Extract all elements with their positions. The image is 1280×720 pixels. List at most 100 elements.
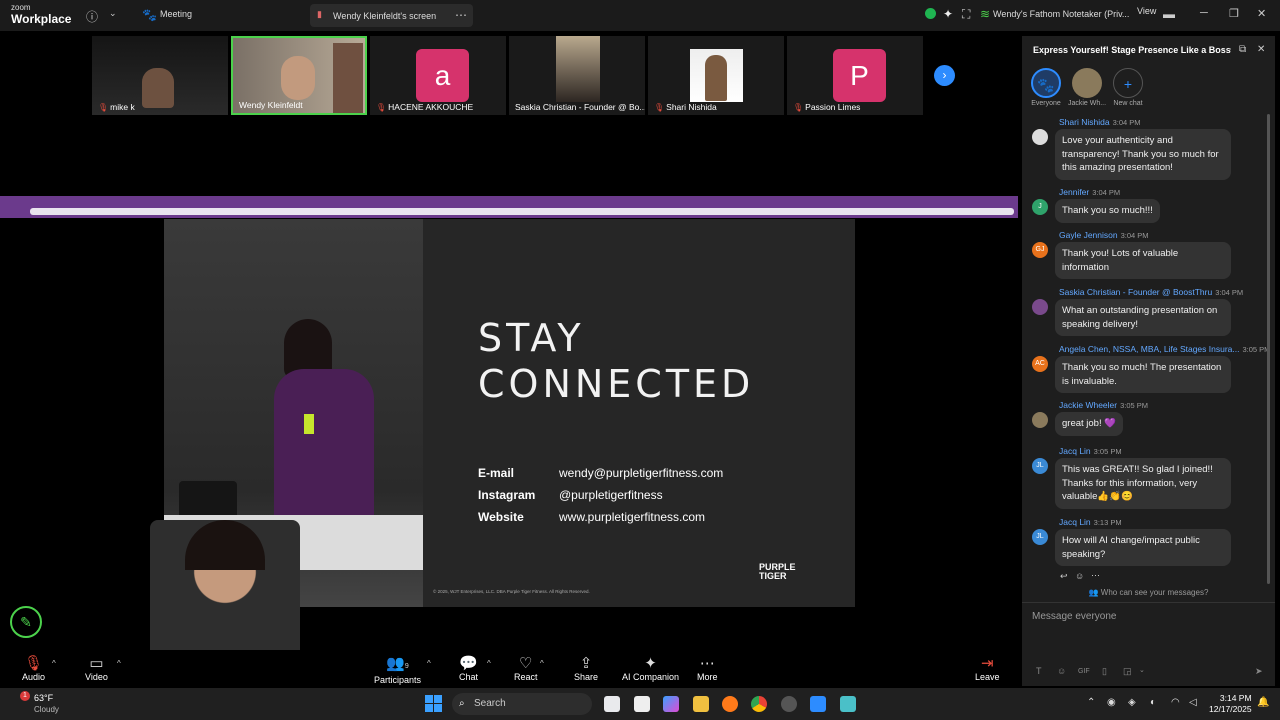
fullscreen-icon[interactable]: ⛶ (962, 7, 970, 22)
participant-tile[interactable]: P 🎙 Passion Limes (787, 36, 923, 115)
annotate-button[interactable]: ✎ (10, 606, 42, 638)
chevron-down-icon[interactable]: ⌄ (1139, 666, 1145, 674)
more-options-icon[interactable]: ⋯ (1091, 570, 1100, 581)
participant-tile-active-speaker[interactable]: Wendy Kleinfeldt (231, 36, 367, 115)
search-icon: ⌕ (459, 698, 465, 709)
tray-app-icon[interactable]: ◉ (1107, 697, 1116, 708)
screenshot-icon[interactable]: ◲ (1123, 666, 1132, 677)
avatar: a (416, 49, 469, 102)
chevron-down-icon[interactable]: ⌄ (109, 8, 117, 19)
avatar (1032, 412, 1048, 428)
slide-title: STAY CONNECTED (478, 316, 755, 406)
leave-button[interactable]: ⇥ Leave (975, 655, 1000, 682)
meeting-label[interactable]: Meeting (160, 9, 192, 19)
shared-browser-bar (0, 196, 1018, 218)
notetaker-label[interactable]: Wendy's Fathom Notetaker (Priv... (993, 9, 1129, 19)
chat-icon: 💬 (459, 655, 478, 672)
restore-icon[interactable]: ❐ (1229, 7, 1239, 20)
mic-muted-icon: 🎙 (98, 103, 109, 112)
contact-website-row: Website www.purpletigerfitness.com (478, 510, 706, 524)
send-icon[interactable]: ➤ (1255, 666, 1263, 677)
more-button[interactable]: ⋯ More (697, 655, 718, 682)
heart-icon: ♡ (519, 655, 533, 672)
minimize-icon[interactable]: ─ (1200, 7, 1208, 19)
copilot-icon[interactable] (663, 696, 679, 712)
audio-options-icon[interactable]: ^ (52, 659, 56, 668)
pop-out-icon[interactable]: ⧉ (1239, 44, 1246, 55)
text-format-icon[interactable]: T (1036, 666, 1042, 676)
presentation-slide: STAY CONNECTED E-mail wendy@purpletigerfi… (423, 219, 855, 607)
task-view-icon[interactable] (604, 696, 620, 712)
emoji-icon[interactable]: ☺ (1057, 666, 1066, 676)
gif-icon[interactable]: GIF (1078, 668, 1090, 675)
react-options-icon[interactable]: ^ (540, 659, 544, 668)
firefox-icon[interactable] (722, 696, 738, 712)
shield-icon (925, 8, 936, 19)
file-explorer-icon[interactable] (693, 696, 709, 712)
mic-muted-icon: 🎙 (654, 103, 665, 112)
ai-sparkle-icon: ✦ (644, 655, 657, 672)
pencil-icon: ✎ (20, 614, 32, 630)
chevron-up-icon[interactable]: ⌃ (1087, 697, 1095, 708)
chat-scrollbar[interactable] (1267, 114, 1270, 584)
participants-icon: 👥9 (386, 655, 409, 672)
channel-new-chat[interactable]: + New chat (1103, 68, 1153, 107)
app-icon[interactable] (840, 696, 856, 712)
participants-options-icon[interactable]: ^ (427, 659, 431, 668)
taskbar-clock[interactable]: 3:14 PM 12/17/2025 (1209, 693, 1252, 715)
view-button[interactable]: View (1137, 6, 1156, 16)
screen-share-tab[interactable]: ▮ Wendy Kleinfeldt's screen ⋯ (310, 4, 473, 27)
message-input[interactable]: Message everyone T ☺ GIF ▯ ◲ ⌄ ➤ (1022, 602, 1275, 686)
zoom-icon[interactable] (810, 696, 826, 712)
mic-muted-icon: 🎙 (23, 655, 44, 672)
mic-muted-icon: 🎙 (376, 103, 387, 112)
close-icon[interactable]: ✕ (1257, 7, 1266, 20)
info-icon[interactable]: ⓘ (86, 8, 98, 25)
chrome-icon[interactable] (751, 696, 767, 712)
tray-app-icon[interactable]: ◐ (1150, 697, 1156, 708)
avatar: AC (1032, 356, 1048, 372)
volume-icon[interactable]: ◁ (1189, 697, 1197, 708)
brand-logo: PURPLE TIGER (759, 562, 796, 581)
participant-tile[interactable]: a 🎙 HACENE AKKOUCHE (370, 36, 506, 115)
contact-instagram-row: Instagram @purpletigerfitness (478, 488, 663, 502)
notepad-icon[interactable] (634, 696, 650, 712)
file-icon[interactable]: ▯ (1102, 666, 1107, 677)
chat-button[interactable]: 💬 Chat (459, 655, 478, 682)
participant-tile[interactable]: 🎙 mike k (92, 36, 228, 115)
wifi-icon[interactable]: ◠ (1171, 697, 1180, 708)
bookshelf (333, 43, 363, 113)
chat-title: Express Yourself! Stage Presence Like a … (1033, 45, 1231, 55)
video-button[interactable]: ▭ Video (85, 655, 108, 682)
audio-button[interactable]: 🎙 Audio (22, 655, 45, 682)
avatar: J (1032, 199, 1048, 215)
reply-icon[interactable]: ↩ (1060, 571, 1068, 582)
windows-start-icon[interactable] (425, 695, 442, 712)
taskbar-search[interactable]: ⌕ Search (452, 693, 592, 715)
participants-button[interactable]: 👥9 Participants (374, 655, 421, 685)
next-page-button[interactable]: › (934, 65, 955, 86)
view-toggle-icon[interactable]: ▬ (1163, 7, 1175, 21)
notification-icon[interactable]: 🔔 (1257, 697, 1269, 708)
app-icon[interactable] (781, 696, 797, 712)
emoji-react-icon[interactable]: ☺ (1075, 571, 1084, 581)
tray-app-icon[interactable]: ◈ (1128, 697, 1136, 708)
leave-icon: ⇥ (980, 655, 994, 672)
more-options-icon[interactable]: ⋯ (455, 8, 467, 22)
chat-options-icon[interactable]: ^ (487, 659, 491, 668)
more-options-icon[interactable]: ⋯ (1222, 44, 1232, 55)
who-can-see-link[interactable]: 👥 Who can see your messages? (1022, 588, 1275, 597)
ai-companion-button[interactable]: ✦ AI Companion (622, 655, 679, 682)
self-view-video[interactable] (150, 520, 300, 650)
react-button[interactable]: ♡ React (514, 655, 538, 682)
weather-badge: 1 (20, 691, 30, 701)
weather-widget[interactable]: 63°F Cloudy (34, 693, 59, 715)
ai-sparkle-icon[interactable]: ✦ (943, 7, 953, 21)
close-icon[interactable]: ✕ (1257, 44, 1265, 55)
slide-copyright: © 2025, WJT Enterprises, LLC. DBA Purple… (433, 589, 590, 594)
video-options-icon[interactable]: ^ (117, 659, 121, 668)
chevron-right-icon: › (942, 68, 947, 82)
share-button[interactable]: ⇪ Share (574, 655, 598, 682)
participant-tile[interactable]: Saskia Christian - Founder @ Bo... (509, 36, 645, 115)
participant-tile[interactable]: 🎙 Shari Nishida (648, 36, 784, 115)
